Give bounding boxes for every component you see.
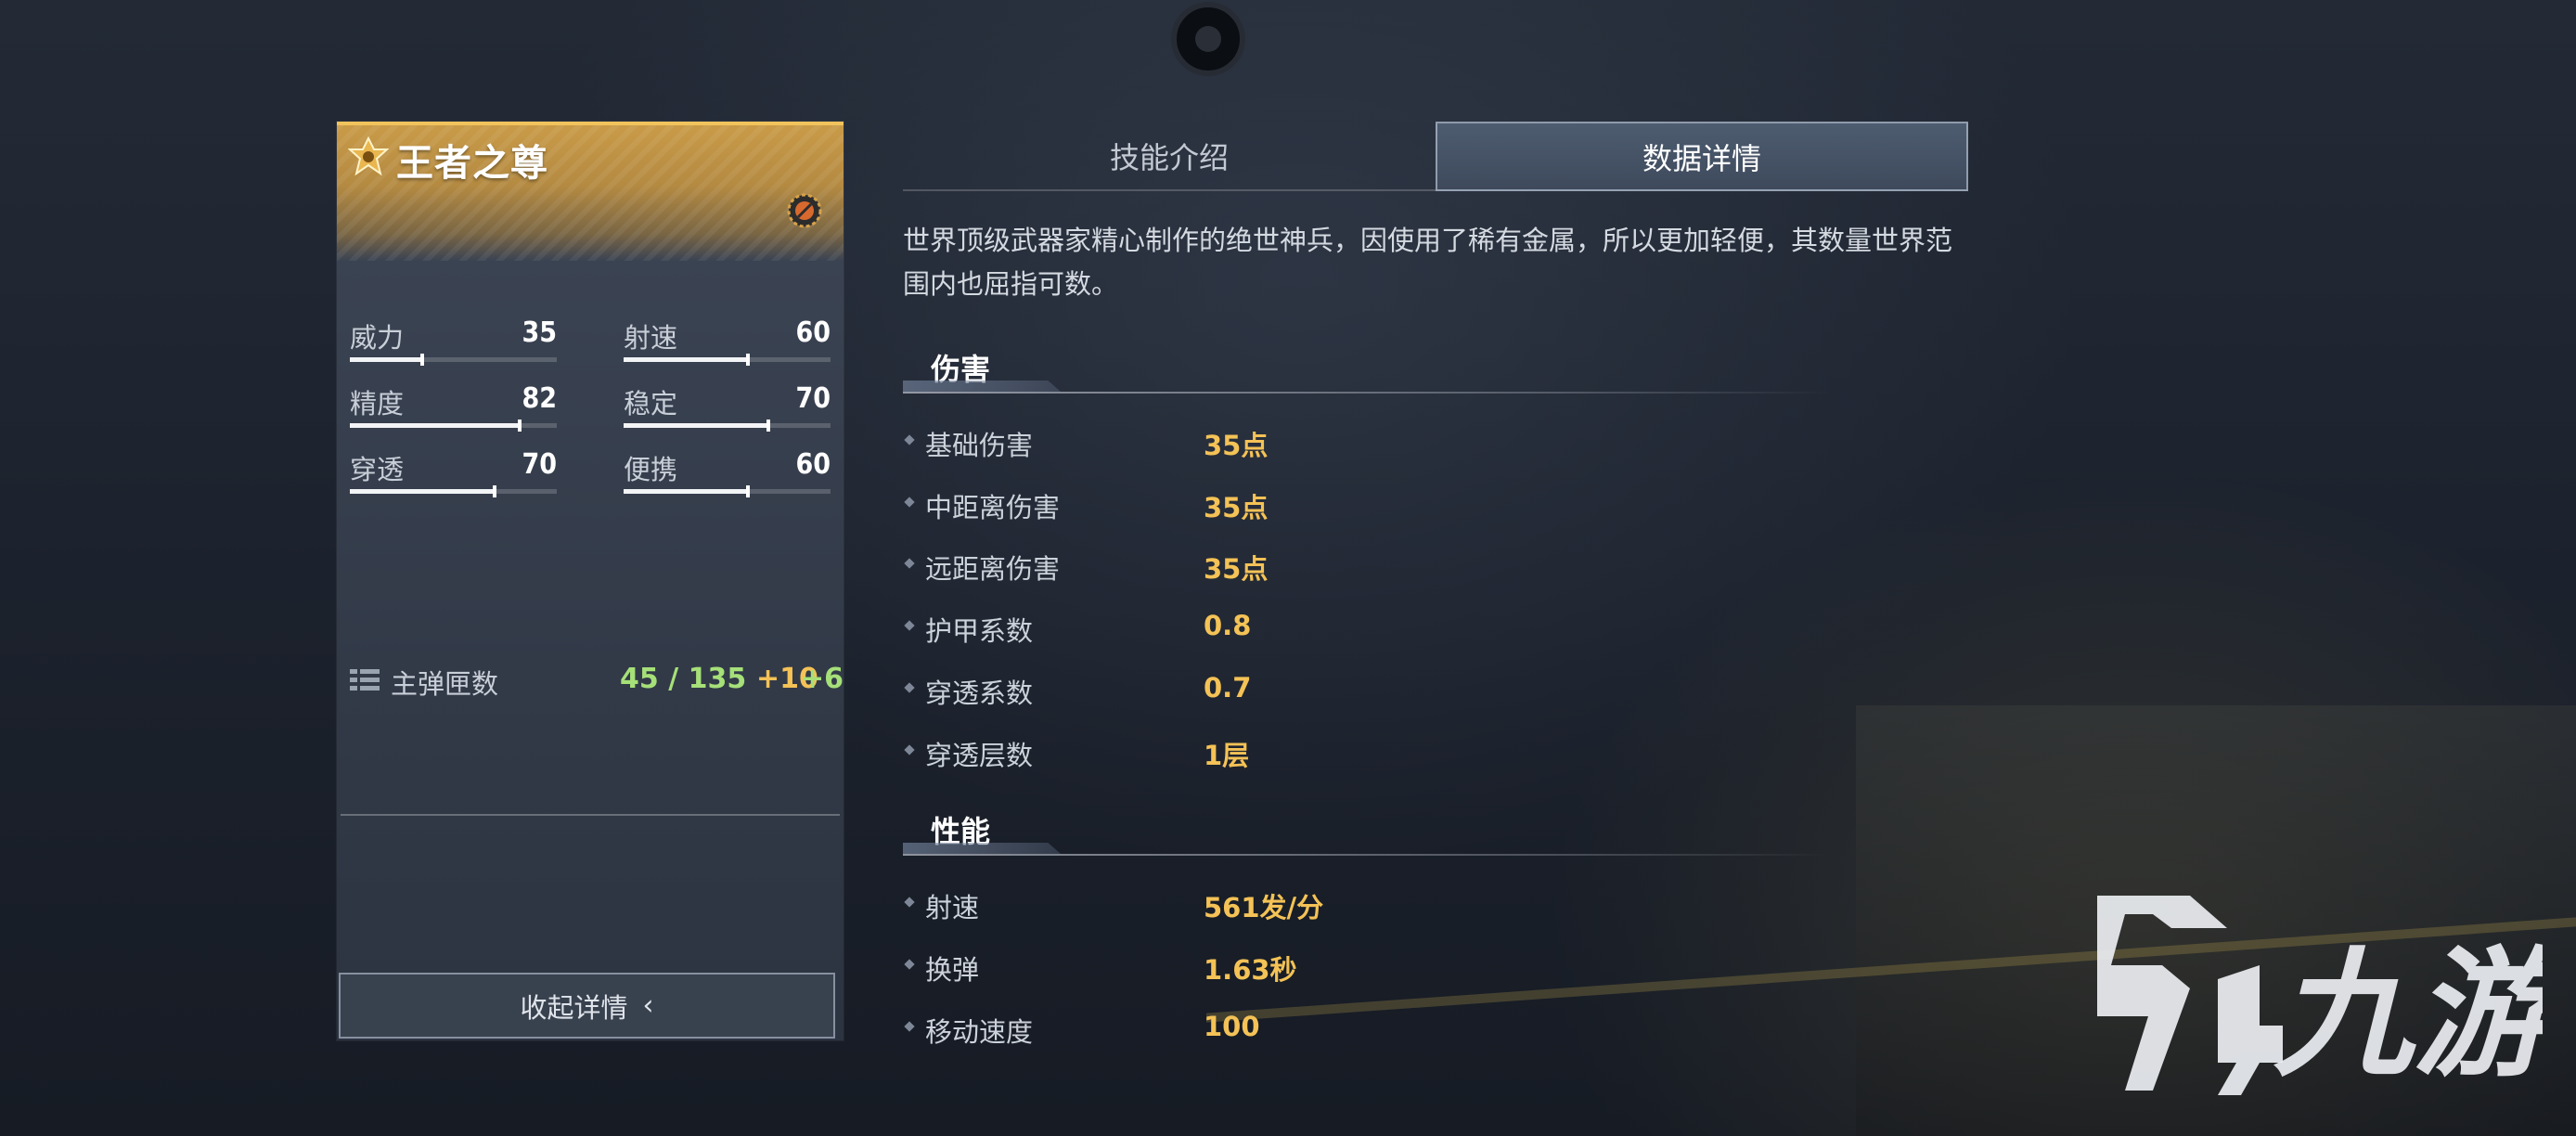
- section-tab-decoration: [903, 843, 1061, 854]
- row-value: 35点: [1204, 492, 1269, 523]
- stat-bar-knob: [745, 485, 750, 497]
- stat-value: 60: [795, 316, 831, 349]
- bullet-diamond-icon: [904, 897, 915, 908]
- detail-tabs: 技能介绍 数据详情: [903, 122, 1968, 191]
- data-row-fire-rate: 射速 561发/分: [903, 886, 1738, 923]
- stat-accuracy: 精度 82: [350, 382, 557, 438]
- stat-label: 威力: [350, 322, 405, 354]
- row-label: 射速: [925, 892, 980, 923]
- bullet-diamond-icon: [904, 434, 915, 445]
- stat-bar: [624, 420, 831, 432]
- bullet-diamond-icon: [904, 1021, 915, 1032]
- rank-crest-icon: [348, 136, 389, 176]
- stat-bar-knob: [517, 420, 522, 432]
- row-value: 0.7: [1204, 672, 1252, 704]
- data-row-reload: 换弹 1.63秒: [903, 949, 1738, 986]
- stat-bar-fill: [350, 423, 520, 428]
- row-value: 1层: [1204, 740, 1250, 771]
- section-divider: [903, 392, 1831, 394]
- row-value: 100: [1204, 1011, 1260, 1042]
- stat-bar: [624, 485, 831, 497]
- row-label: 穿透系数: [925, 678, 1034, 709]
- top-ring-decoration: [1171, 2, 1245, 76]
- magazine-bonus-green: +6: [801, 663, 844, 695]
- row-label: 移动速度: [925, 1016, 1034, 1048]
- weapon-name: 王者之尊: [396, 142, 548, 185]
- magazine-label: 主弹匣数: [391, 668, 499, 700]
- magazine-row: 主弹匣数 45 / 135 +10 +6: [350, 663, 844, 700]
- data-row-penetration-coef: 穿透系数 0.7: [903, 672, 1738, 709]
- chevron-left-icon: ‹: [642, 989, 654, 1022]
- stat-value: 35: [522, 316, 557, 349]
- row-value: 1.63秒: [1204, 954, 1297, 986]
- data-row-penetration-layers: 穿透层数 1层: [903, 734, 1738, 771]
- row-label: 穿透层数: [925, 740, 1034, 771]
- collapse-details-label: 收起详情: [520, 991, 628, 1024]
- stat-fire-rate: 射速 60: [624, 316, 831, 372]
- bullet-diamond-icon: [904, 497, 915, 508]
- row-value: 35点: [1204, 430, 1269, 461]
- row-label: 远距离伤害: [925, 553, 1061, 585]
- stat-bar: [350, 485, 557, 497]
- data-row-base-damage: 基础伤害 35点: [903, 424, 1738, 461]
- data-row-armor-coef: 护甲系数 0.8: [903, 610, 1738, 647]
- bullet-diamond-icon: [904, 959, 915, 970]
- jiuyou-watermark-logo: 九游: [2097, 896, 2543, 1096]
- stat-label: 便携: [624, 454, 678, 485]
- section-tab-decoration: [903, 381, 1061, 392]
- stat-bar-knob: [420, 354, 425, 366]
- stat-bar-fill: [350, 357, 423, 362]
- bullet-diamond-icon: [904, 744, 915, 755]
- row-label: 护甲系数: [925, 615, 1034, 647]
- stat-label: 精度: [350, 388, 405, 420]
- weapon-description: 世界顶级武器家精心制作的绝世神兵，因使用了稀有金属，所以更加轻便，其数量世界范围…: [903, 225, 1953, 300]
- watermark-text: 九游: [2273, 935, 2543, 1096]
- stat-penetration: 穿透 70: [350, 448, 557, 504]
- stat-bar-knob: [493, 485, 497, 497]
- row-label: 中距离伤害: [925, 492, 1061, 523]
- stat-value: 60: [795, 448, 831, 481]
- bullet-diamond-icon: [904, 620, 915, 631]
- tab-data-details[interactable]: 数据详情: [1436, 122, 1968, 191]
- stat-bar: [350, 420, 557, 432]
- section-divider: [903, 854, 1831, 856]
- stat-label: 射速: [624, 322, 678, 354]
- weapon-card-header: 王者之尊: [337, 122, 844, 261]
- stat-value: 70: [522, 448, 557, 481]
- bullet-diamond-icon: [904, 682, 915, 693]
- stat-bar-knob: [745, 354, 750, 366]
- magazine-value: 45 / 135: [620, 663, 747, 695]
- stat-bar-fill: [624, 357, 748, 362]
- stat-stability: 稳定 70: [624, 382, 831, 438]
- card-divider: [341, 814, 840, 816]
- row-value: 0.8: [1204, 610, 1252, 641]
- stat-bar: [624, 354, 831, 366]
- stat-value: 82: [522, 382, 557, 415]
- data-row-mid-damage: 中距离伤害 35点: [903, 486, 1738, 523]
- collapse-details-button[interactable]: 收起详情 ‹: [339, 973, 835, 1039]
- stat-label: 稳定: [624, 388, 678, 420]
- stat-bar-fill: [624, 489, 748, 494]
- row-value: 561发/分: [1204, 892, 1324, 923]
- stat-bar-knob: [766, 420, 771, 432]
- stat-bar: [350, 354, 557, 366]
- tab-skill-intro[interactable]: 技能介绍: [903, 122, 1436, 191]
- row-label: 换弹: [925, 954, 980, 986]
- data-row-long-damage: 远距离伤害 35点: [903, 548, 1738, 585]
- stat-bar-fill: [350, 489, 496, 494]
- stat-label: 穿透: [350, 454, 405, 485]
- stat-value: 70: [795, 382, 831, 415]
- stat-bar-fill: [624, 423, 769, 428]
- data-row-move-speed: 移动速度 100: [903, 1011, 1738, 1048]
- part-gear-icon[interactable]: [786, 192, 823, 229]
- row-label: 基础伤害: [925, 430, 1034, 461]
- stat-power: 威力 35: [350, 316, 557, 372]
- stat-portability: 便携 60: [624, 448, 831, 504]
- magazine-icon: [350, 669, 380, 691]
- weapon-card: 王者之尊 威力 35 射速 60 精度 82 稳定 70 穿透 70 便携 60…: [337, 122, 844, 1040]
- row-value: 35点: [1204, 553, 1269, 585]
- bullet-diamond-icon: [904, 558, 915, 569]
